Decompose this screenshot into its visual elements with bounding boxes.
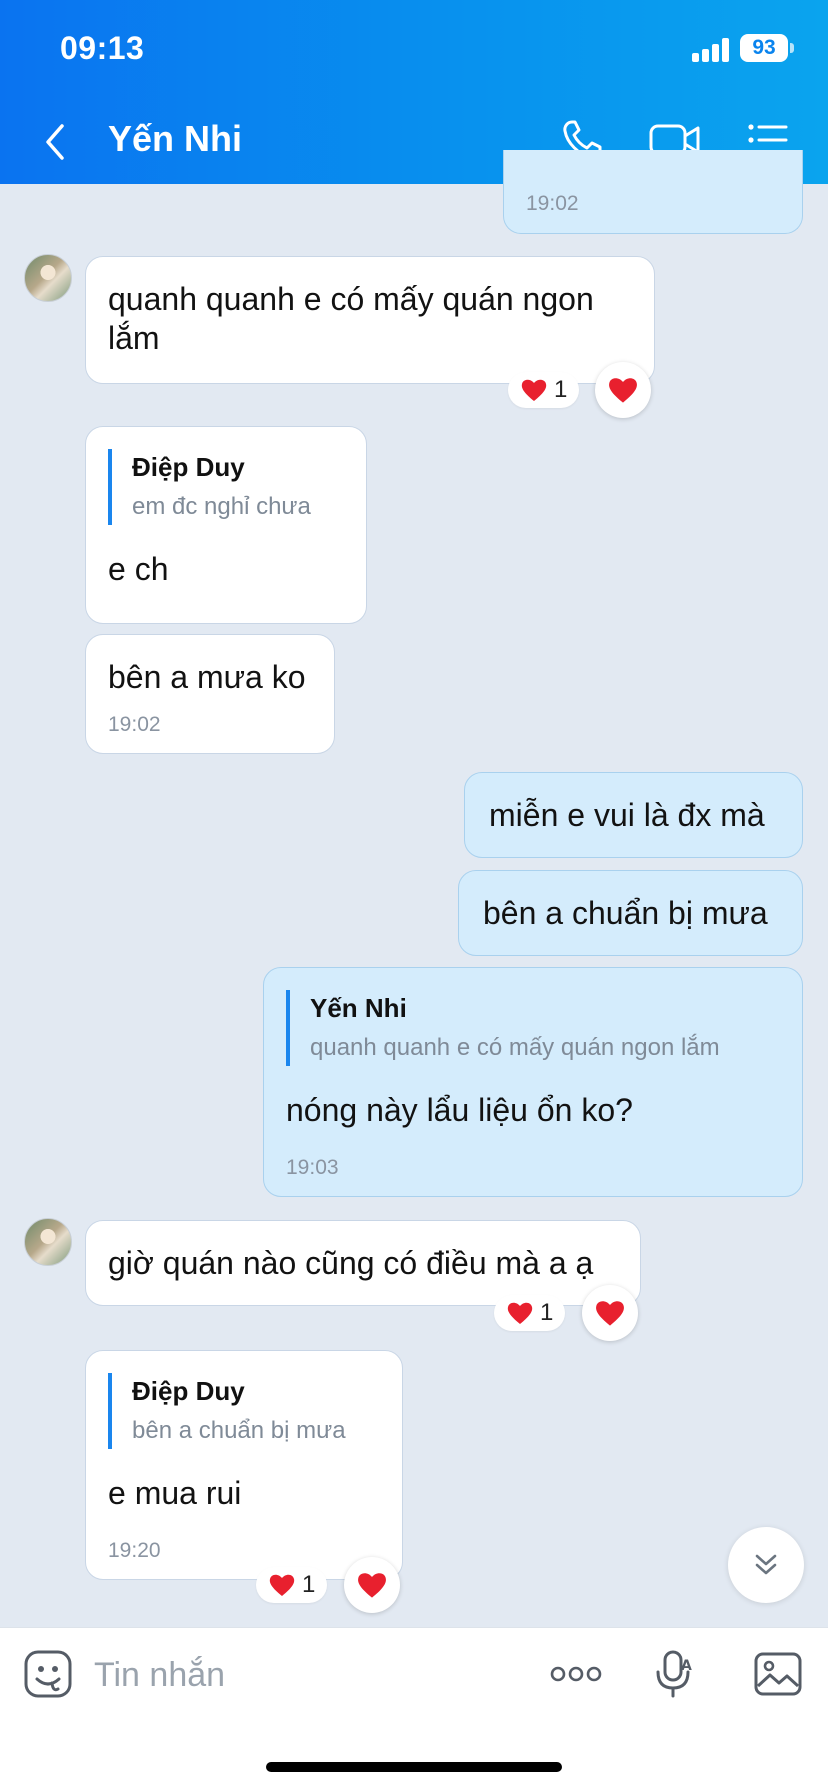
reaction-summary[interactable]: 1 (494, 1295, 566, 1331)
heart-icon (358, 1573, 386, 1598)
message-time: 19:02 (108, 713, 161, 736)
reaction-summary[interactable]: 1 (508, 372, 580, 408)
quote-author: Điệp Duy (132, 1376, 245, 1406)
message-bubble-outgoing[interactable]: miễn e vui là đx mà (464, 772, 803, 858)
reaction-summary[interactable]: 1 (256, 1567, 328, 1603)
react-button[interactable] (344, 1557, 400, 1613)
heart-icon (521, 379, 547, 401)
heart-icon (596, 1301, 624, 1326)
message-bubble-incoming[interactable]: quanh quanh e có mấy quán ngon lắm (85, 256, 655, 384)
back-button[interactable] (36, 118, 76, 166)
heart-icon (269, 1574, 295, 1596)
battery-tip (790, 43, 794, 53)
heart-icon (609, 378, 637, 403)
message-text: giờ quán nào cũng có điều mà a ạ (108, 1245, 594, 1281)
reply-quote[interactable]: Điệp Duy bên a chuẩn bị mưa (108, 1373, 346, 1449)
svg-text:A: A (681, 1658, 692, 1674)
message-bubble-incoming[interactable]: Điệp Duy bên a chuẩn bị mưa e mua rui 19… (85, 1350, 403, 1580)
microphone-icon: A (656, 1650, 692, 1698)
message-bubble-outgoing[interactable]: bên a chuẩn bị mưa (458, 870, 803, 956)
message-input[interactable] (94, 1650, 514, 1700)
status-time: 09:13 (60, 30, 145, 66)
more-dots-icon (550, 1666, 602, 1682)
quote-text: bên a chuẩn bị mưa (132, 1417, 346, 1444)
battery-indicator: 93 (740, 34, 788, 62)
home-indicator (266, 1762, 562, 1772)
message-text: miễn e vui là đx mà (489, 797, 765, 833)
reaction-count: 1 (554, 376, 568, 403)
reaction-count: 1 (302, 1571, 316, 1598)
message-text: bên a chuẩn bị mưa (483, 895, 768, 931)
react-button[interactable] (595, 362, 651, 418)
message-time: 19:03 (286, 1156, 339, 1179)
message-bubble-incoming[interactable]: bên a mưa ko 19:02 (85, 634, 335, 754)
quote-author: Yến Nhi (310, 993, 407, 1023)
more-button[interactable] (548, 1648, 604, 1700)
message-bubble-outgoing[interactable]: Yến Nhi quanh quanh e có mấy quán ngon l… (263, 967, 803, 1197)
message-bubble-incoming[interactable]: Điệp Duy em đc nghỉ chưa e ch (85, 426, 367, 624)
avatar[interactable] (24, 1218, 72, 1266)
scroll-to-bottom-button[interactable] (728, 1527, 804, 1603)
reaction-count: 1 (540, 1299, 554, 1326)
message-text: lắm (108, 320, 160, 356)
message-bubble-outgoing[interactable]: 19:02 (503, 150, 803, 234)
voice-message-button[interactable]: A (648, 1648, 700, 1700)
message-bubble-incoming[interactable]: giờ quán nào cũng có điều mà a ạ (85, 1220, 641, 1306)
double-chevron-down-icon (755, 1554, 777, 1575)
quote-text: em đc nghỉ chưa (132, 493, 311, 520)
avatar[interactable] (24, 254, 72, 302)
message-text: bên a mưa ko (108, 659, 306, 695)
chevron-left-icon (46, 124, 64, 160)
quote-text: quanh quanh e có mấy quán ngon lắm (310, 1034, 720, 1061)
sticker-icon (24, 1650, 72, 1698)
sticker-button[interactable] (22, 1648, 74, 1700)
message-text: quanh quanh e có mấy quán ngon (108, 281, 594, 317)
quote-author: Điệp Duy (132, 452, 245, 482)
reply-quote[interactable]: Điệp Duy em đc nghỉ chưa (108, 449, 311, 525)
reply-quote[interactable]: Yến Nhi quanh quanh e có mấy quán ngon l… (286, 990, 720, 1066)
message-text: nóng này lẩu liệu ổn ko? (286, 1092, 633, 1128)
message-time: 19:02 (526, 192, 579, 215)
heart-icon (507, 1302, 533, 1324)
contact-name[interactable]: Yến Nhi (108, 118, 242, 160)
image-icon (754, 1652, 802, 1696)
message-text: e ch (108, 551, 169, 587)
gallery-button[interactable] (752, 1648, 804, 1700)
react-button[interactable] (582, 1285, 638, 1341)
message-text: e mua rui (108, 1475, 242, 1511)
signal-icon (692, 38, 732, 62)
message-time: 19:20 (108, 1539, 161, 1562)
